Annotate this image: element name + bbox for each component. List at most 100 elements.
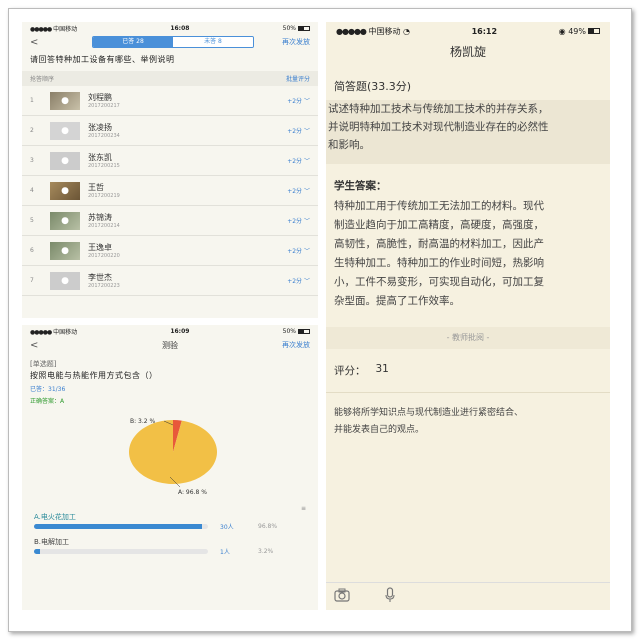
answer-line: 特种加工用于传统加工无法加工的材料。现代	[334, 200, 544, 212]
battery-icon	[297, 25, 310, 31]
avatar: ●	[50, 241, 80, 260]
option-a-label: A.电火花加工	[34, 513, 76, 521]
score-value: +2分	[287, 218, 303, 225]
carrier: 中国移动	[53, 25, 78, 33]
option-b: B.电解加工 1人 3.2%	[34, 537, 306, 556]
student-name: 张东凯	[88, 152, 112, 162]
row-number: 2	[30, 127, 34, 134]
option-a-fill	[34, 524, 203, 529]
teacher-comment[interactable]: 能够将所学知识点与现代制造业进行紧密结合、 并能发表自己的观点。	[326, 393, 610, 451]
score-dropdown[interactable]: +2分 ﹀	[287, 96, 310, 105]
status-bar: ●●●●● 中国移动 ◔ 16:12 ◉ 49%	[326, 22, 610, 40]
chevron-down-icon: ﹀	[303, 188, 310, 195]
score-dropdown[interactable]: +2分 ﹀	[287, 216, 310, 225]
row-number: 1	[30, 97, 34, 104]
score-value[interactable]: 31	[376, 363, 389, 378]
avatar: ●	[50, 91, 80, 110]
resend-button[interactable]: 再次发放	[282, 340, 310, 350]
avatar: ●	[50, 121, 80, 140]
carrier: 中国移动	[53, 328, 78, 336]
student-row[interactable]: 5 ● 苏锦涛 2017200214 +2分 ﹀	[22, 206, 318, 236]
score-dropdown[interactable]: +2分 ﹀	[287, 186, 310, 195]
score-value: +2分	[287, 158, 303, 165]
chevron-down-icon: ﹀	[303, 278, 310, 285]
camera-icon[interactable]	[334, 588, 350, 605]
user-icon: ●	[61, 125, 69, 136]
student-info: 张东凯 2017200215	[88, 153, 287, 169]
row-number: 7	[30, 277, 34, 284]
answer-tabs: 已答 28 未答 8	[92, 36, 254, 48]
option-b-fill	[34, 549, 40, 554]
back-button[interactable]: <	[30, 37, 38, 48]
status-bar: ●●●●● 中国移动 16:08 50%	[22, 22, 318, 34]
wifi-icon: ◔	[403, 26, 410, 36]
status-bar: ●●●●● 中国移动 16:09 50%	[22, 325, 318, 337]
score-row[interactable]: 评分： 31	[326, 349, 610, 393]
user-icon: ●	[61, 95, 69, 106]
answer-label: 学生答案：	[334, 180, 387, 192]
comment-line: 能够将所学知识点与现代制造业进行紧密结合、	[334, 408, 524, 418]
resend-button[interactable]: 再次发放	[282, 37, 310, 47]
student-name: 刘程鹏	[88, 92, 112, 102]
student-row[interactable]: 7 ● 李世杰 2017200223 +2分 ﹀	[22, 266, 318, 296]
student-id: 2017200214	[88, 222, 120, 229]
question-line: 并说明特种加工技术对现代制造业存在的必然性	[328, 121, 549, 133]
student-id: 2017200217	[88, 102, 120, 109]
score-value: +2分	[287, 128, 303, 135]
microphone-icon[interactable]	[384, 587, 396, 606]
question-text: 试述特种加工技术与传统加工技术的并存关系， 并说明特种加工技术对现代制造业存在的…	[326, 100, 610, 164]
list-icon[interactable]: ≡	[22, 505, 318, 512]
user-icon: ●	[61, 155, 69, 166]
correct-answer: 正确答案：A	[30, 398, 65, 405]
question-text: 按照电能与热能作用方式包含（）	[30, 371, 158, 380]
chevron-down-icon: ﹀	[303, 128, 310, 135]
clock: 16:08	[170, 24, 190, 32]
score-dropdown[interactable]: +2分 ﹀	[287, 246, 310, 255]
comment-line: 并能发表自己的观点。	[334, 425, 425, 435]
student-info: 张凌扬 2017200234	[88, 123, 287, 139]
score-dropdown[interactable]: +2分 ﹀	[287, 126, 310, 135]
chevron-down-icon: ﹀	[303, 158, 310, 165]
avatar: ●	[50, 181, 80, 200]
student-id: 2017200234	[88, 132, 120, 139]
student-row[interactable]: 1 ● 刘程鹏 2017200217 +2分 ﹀	[22, 86, 318, 116]
option-bars: A.电火花加工 30人 96.8% B.电解加工 1人 3.2%	[22, 512, 318, 556]
question-type: [单选题]	[30, 360, 57, 368]
clock: 16:09	[170, 327, 190, 335]
question-text: 请回答特种加工设备有哪些、举例说明	[30, 55, 175, 64]
batch-score-button[interactable]: 批量评分	[286, 74, 310, 83]
question-line: 和影响。	[328, 139, 370, 151]
chevron-down-icon: ﹀	[303, 218, 310, 225]
student-row[interactable]: 4 ● 王哲 2017200219 +2分 ﹀	[22, 176, 318, 206]
back-button[interactable]: <	[30, 340, 38, 351]
battery-icon	[587, 28, 600, 34]
score-value: +2分	[287, 278, 303, 285]
battery-percent: 50%	[282, 24, 296, 32]
score-value: +2分	[287, 188, 303, 195]
score-label: 评分：	[334, 365, 366, 377]
student-id: 2017200219	[88, 192, 120, 199]
student-name: 苏锦涛	[88, 212, 112, 222]
student-name: 李世杰	[88, 272, 112, 282]
pie-label-a: A: 96.8 %	[178, 489, 207, 496]
battery-percent: 49%	[568, 26, 586, 36]
answered-count: 已答：31/36	[30, 386, 66, 393]
tab-answered[interactable]: 已答 28	[93, 37, 173, 47]
student-list: 1 ● 刘程鹏 2017200217 +2分 ﹀ 2 ● 张凌扬 2017200234 +2分 ﹀…	[22, 86, 318, 296]
order-label: 抢答顺序	[30, 76, 55, 83]
student-row[interactable]: 3 ● 张东凯 2017200215 +2分 ﹀	[22, 146, 318, 176]
carrier: 中国移动	[368, 26, 401, 36]
student-info: 李世杰 2017200223	[88, 273, 287, 289]
teacher-review-divider: - 教师批阅 -	[326, 327, 610, 349]
battery-icon	[297, 328, 310, 334]
tab-unanswered[interactable]: 未答 8	[173, 37, 253, 47]
student-name: 王哲	[88, 182, 104, 192]
nav-bar: < 测验 再次发放	[22, 337, 318, 353]
option-a-percent: 96.8%	[258, 523, 278, 530]
student-name: 王逸卓	[88, 242, 112, 252]
score-dropdown[interactable]: +2分 ﹀	[287, 156, 310, 165]
signal-icon: ●●●●●	[30, 328, 52, 336]
student-row[interactable]: 2 ● 张凌扬 2017200234 +2分 ﹀	[22, 116, 318, 146]
score-dropdown[interactable]: +2分 ﹀	[287, 276, 310, 285]
student-row[interactable]: 6 ● 王逸卓 2017200220 +2分 ﹀	[22, 236, 318, 266]
